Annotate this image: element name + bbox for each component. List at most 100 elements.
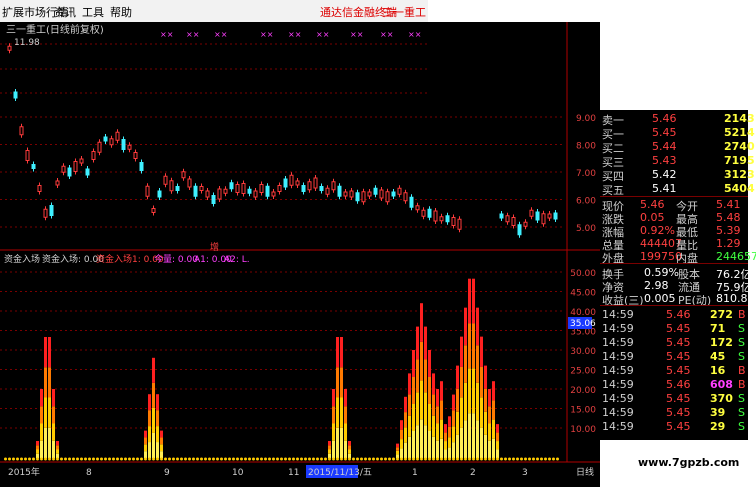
signal-marker: ××	[260, 30, 273, 39]
baseline-dot	[396, 457, 399, 461]
order-book-volume: 5404	[724, 182, 755, 195]
indicator-bar	[44, 337, 47, 368]
indicator-bar	[56, 441, 59, 446]
indicator-bar	[52, 423, 55, 441]
candle-body	[79, 158, 84, 164]
indicator-bar	[412, 431, 415, 458]
tick-time: 14:59	[602, 308, 634, 321]
indicator-bar	[36, 453, 39, 458]
indicator-bar	[480, 397, 483, 428]
indicator-bar	[460, 366, 463, 398]
order-book-volume: 2740	[724, 140, 755, 153]
indicator-bar	[348, 441, 351, 446]
indicator-bar	[476, 345, 479, 383]
tick-row: 14:59 5.45 45 S	[600, 350, 748, 364]
indicator-bar	[452, 394, 455, 411]
indicator-tick: 50.00	[570, 269, 596, 279]
indicator-bar	[488, 406, 491, 424]
tick-price: 5.46	[666, 378, 691, 391]
menu-help[interactable]: 帮助	[110, 4, 132, 20]
mark-label: 增	[210, 241, 219, 253]
indicator-bar	[144, 437, 147, 445]
tick-direction: S	[738, 322, 745, 335]
candle-body	[73, 161, 78, 172]
menu-news[interactable]: 资讯	[54, 4, 76, 20]
indicator-bar	[464, 307, 467, 346]
baseline-dot	[360, 457, 363, 461]
tick-price: 5.45	[666, 406, 691, 419]
candle-body	[457, 218, 462, 230]
date-label: 9	[164, 468, 170, 478]
candle-body	[193, 185, 198, 197]
baseline-dot	[28, 457, 31, 461]
finance-row: 换手 0.59% 股本 76.2亿	[600, 266, 752, 281]
stat-value: 5.41	[716, 198, 741, 211]
indicator-bar	[44, 397, 47, 428]
divider	[600, 305, 748, 306]
link-stock[interactable]: 三一重工	[382, 4, 426, 20]
indicator-bar	[440, 381, 443, 401]
baseline-dot	[284, 457, 287, 461]
indicator-bar	[160, 430, 163, 438]
indicator-bar	[328, 441, 331, 446]
finance-row: 净资 2.98 流通 75.9亿	[600, 279, 752, 294]
tick-price: 5.45	[666, 420, 691, 433]
baseline-dot	[332, 457, 335, 461]
indicator-bar	[456, 434, 459, 458]
tick-row: 14:59 5.45 29 S	[600, 420, 748, 434]
candle-body	[319, 186, 324, 191]
baseline-dot	[56, 457, 59, 461]
indicator-bar	[344, 440, 347, 458]
order-book-volume: 3123	[724, 168, 755, 181]
indicator-bar	[472, 413, 475, 458]
baseline-dot	[20, 457, 23, 461]
order-book-volume: 5214	[724, 126, 755, 139]
indicator-bar	[148, 410, 151, 427]
tick-direction: S	[738, 350, 745, 363]
indicator-bar	[460, 397, 463, 428]
baseline-dot	[528, 457, 531, 461]
indicator-tick: 25.00	[570, 367, 596, 377]
indicator-bar	[420, 341, 423, 381]
baseline-dot	[132, 457, 135, 461]
menu-tools[interactable]: 工具	[82, 4, 104, 20]
indicator-bar	[444, 449, 447, 458]
indicator-bar	[432, 394, 435, 416]
price-tick: 6.00	[576, 197, 596, 207]
indicator-bar	[36, 441, 39, 446]
candle-body	[91, 151, 96, 160]
baseline-dot	[144, 457, 147, 461]
indicator-bar	[404, 412, 407, 428]
stat-value: 244657	[716, 250, 756, 263]
candle-body	[121, 139, 126, 150]
indicator-bar	[444, 424, 447, 433]
baseline-dot	[344, 457, 347, 461]
tick-volume: 272	[710, 308, 733, 321]
indicator-bar	[160, 437, 163, 445]
indicator-bar	[400, 429, 403, 440]
kline-chart[interactable]: 9.008.007.006.005.0050.0045.0040.0035.00…	[0, 22, 600, 487]
baseline-dot	[404, 457, 407, 461]
order-book-price: 5.44	[652, 140, 677, 153]
stat-value: 0.92%	[640, 224, 675, 237]
candle-body	[151, 208, 156, 213]
baseline-dot	[180, 457, 183, 461]
baseline-dot	[356, 457, 359, 461]
candle-body	[361, 191, 366, 203]
signal-marker: ××	[214, 30, 227, 39]
baseline-dot	[504, 457, 507, 461]
indicator-bar	[396, 450, 399, 455]
indicator-bar	[480, 336, 483, 367]
tick-row: 14:59 5.46 608 B	[600, 378, 748, 392]
indicator-bar	[404, 427, 407, 443]
indicator-bar	[464, 420, 467, 458]
candle-body	[67, 167, 72, 177]
baseline-dot	[536, 457, 539, 461]
order-book-price: 5.45	[652, 126, 677, 139]
candle-body	[187, 178, 192, 188]
baseline-dot	[212, 457, 215, 461]
indicator-bar	[492, 381, 495, 401]
stat-row: 外盘 199750 内盘 244657	[600, 250, 756, 265]
baseline-dot	[252, 457, 255, 461]
indicator-bar	[144, 444, 147, 452]
